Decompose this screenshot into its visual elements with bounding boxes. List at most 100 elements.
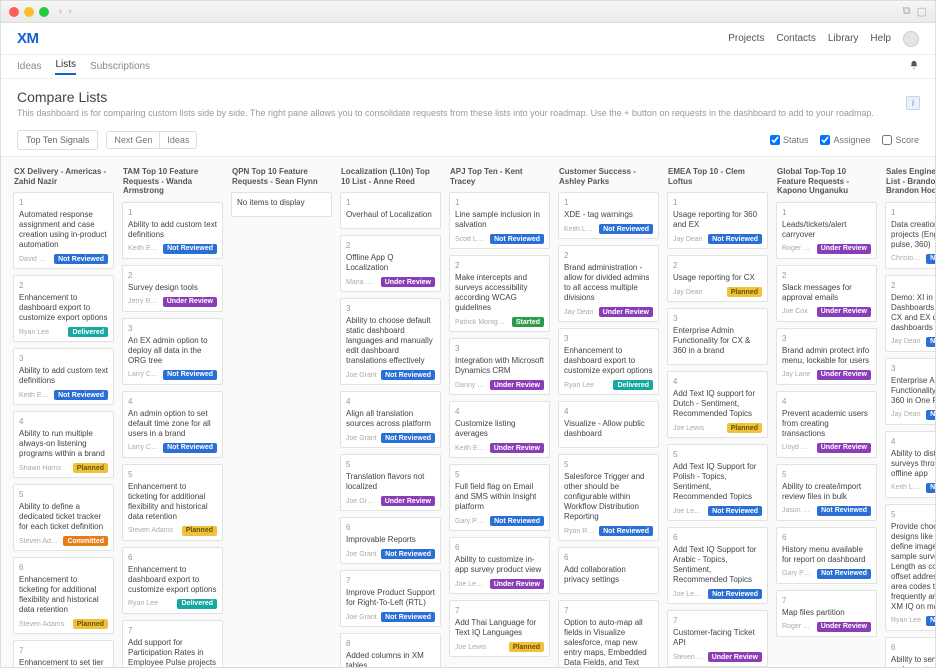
subnav-ideas[interactable]: Ideas [17,61,41,72]
card[interactable]: 3Enterprise Admin Functionality for CX &… [667,308,768,365]
subnav-lists[interactable]: Lists [55,59,76,75]
card[interactable]: 1Leads/tickets/alert carryoverRoger Ross… [776,202,877,259]
maximize-window-icon[interactable] [39,7,49,17]
signal-selector[interactable]: Top Ten Signals [17,130,98,150]
card[interactable]: 1Overhaul of Localization [340,192,441,229]
card[interactable]: 6Improvable ReportsJoe GrantNot Reviewed [340,517,441,564]
card[interactable]: 4Customize listing averagesKeith EvansUn… [449,401,550,458]
checkbox-score[interactable] [882,135,892,145]
card[interactable]: 3Ability to add custom text definitionsK… [13,348,114,405]
card-footer: Joe LewisPlanned [455,642,544,652]
card-footer: Ryan RoseNot Reviewed [564,526,653,536]
card[interactable]: 3Brand admin protect info menu, lockable… [776,328,877,385]
card[interactable]: 5Add Text IQ Support for Polish - Topics… [667,444,768,521]
card[interactable]: 2Offline App Q LocalizationMaria Gardner… [340,235,441,292]
board[interactable]: CX Delivery - Americas - Zahid Nazir1Aut… [1,157,935,667]
pill-ideas[interactable]: Ideas [160,132,196,148]
card[interactable]: 7Map files partitionRoger RossUnder Revi… [776,590,877,637]
card[interactable]: 1Line sample inclusion in salvationScott… [449,192,550,249]
check-assignee[interactable]: Assignee [820,135,870,145]
card[interactable]: 4Ability to distribute EX surveys throug… [885,431,935,498]
column-header: TAM Top 10 Feature Requests - Wanda Arms… [122,165,223,202]
card[interactable]: 3Integration with Microsoft Dynamics CRM… [449,338,550,395]
back-icon[interactable]: ‹ [59,6,62,17]
card[interactable]: 7Add support for Participation Rates in … [122,620,223,667]
card[interactable]: 2Slack messages for approval emailsJoe C… [776,265,877,322]
card[interactable]: 2Usage reporting for CXJay DeanPlanned [667,255,768,302]
card[interactable]: 7Improve Product Support for Right-To-Le… [340,570,441,627]
nav-contacts[interactable]: Contacts [776,33,815,44]
card[interactable]: 7Option to auto-map all fields in Visual… [558,600,659,667]
card[interactable]: 7Enhancement to set tierNot Reviewed [13,640,114,667]
card[interactable]: 4Ability to run multiple always-on liste… [13,411,114,478]
card[interactable]: 3Ability to choose default static dashbo… [340,298,441,385]
copy-icon[interactable]: ⧉ [903,5,911,18]
card[interactable]: 1XDE - tag warningsKeith LaneNot Reviewe… [558,192,659,239]
close-window-icon[interactable] [9,7,19,17]
card[interactable]: 7Customer-facing Ticket APISteven AdamsU… [667,610,768,667]
card[interactable]: 5Enhancement to ticketing for additional… [122,464,223,541]
card[interactable]: 5Full field flag on Email and SMS within… [449,464,550,531]
card[interactable]: 2Demo: XI in Dashboards. Combine CX and … [885,275,935,352]
minimize-window-icon[interactable] [24,7,34,17]
bell-icon[interactable] [909,60,919,70]
subnav-subscriptions[interactable]: Subscriptions [90,61,150,72]
checkbox-status[interactable] [770,135,780,145]
nav-projects[interactable]: Projects [728,33,764,44]
card[interactable]: 2Make intercepts and surveys accessibili… [449,255,550,332]
checkbox-assignee[interactable] [820,135,830,145]
check-score[interactable]: Score [882,135,919,145]
status-badge: Committed [63,536,108,546]
card[interactable]: 3Enterprise Admin Functionality for CX &… [885,358,935,425]
card-assignee: Jason Berger [782,507,813,514]
card[interactable]: 6Enhancement to ticketing for additional… [13,557,114,634]
card[interactable]: 1Usage reporting for 360 and EXJay DeanN… [667,192,768,249]
card[interactable]: 5Translation flavors not localizedJoe Gr… [340,454,441,511]
nav-help[interactable]: Help [870,33,891,44]
card[interactable]: 4An admin option to set default time zon… [122,391,223,458]
column: Global Top-Top 10 Feature Requests - Kap… [776,165,877,667]
card[interactable]: 3Enhancement to dashboard export to cust… [558,328,659,395]
card[interactable]: 2Enhancement to dashboard export to cust… [13,275,114,342]
card-title: Offline App Q Localization [346,253,435,273]
logo[interactable]: XM [17,30,39,47]
card[interactable]: 6Ability to customize in-app survey prod… [449,537,550,594]
card[interactable]: 4Prevent academic users from creating tr… [776,391,877,458]
status-badge: Not Reviewed [381,433,435,443]
card[interactable]: 1Automated response assignment and case … [13,192,114,269]
card[interactable]: 5Salesforce Trigger and other should be … [558,454,659,541]
card[interactable]: 6Enhancement to dashboard export to cust… [122,547,223,614]
card[interactable]: 6History menu available for report on da… [776,527,877,584]
column: CX Delivery - Americas - Zahid Nazir1Aut… [13,165,114,667]
card[interactable]: 2Brand administration - allow for divide… [558,245,659,322]
card[interactable]: 4Add Text IQ support for Dutch - Sentime… [667,371,768,438]
avatar[interactable] [903,31,919,47]
nav-library[interactable]: Library [828,33,859,44]
status-badge: Planned [727,423,762,433]
card[interactable]: 7Add Thai Language for Text IQ Languages… [449,600,550,657]
card[interactable]: 4Align all translation sources across pl… [340,391,441,448]
info-icon[interactable]: i [906,96,920,110]
card[interactable]: 4Visualize - Allow public dashboard [558,401,659,448]
card[interactable]: 1Data creation for CX projects (Engageme… [885,202,935,269]
card[interactable]: 6Add Text IQ Support for Arabic - Topics… [667,527,768,604]
card-title: Add support for Participation Rates in E… [128,638,217,667]
card-footer: Ryan LeeNot Reviewed [891,616,935,626]
card-footer: Joe CoxUnder Review [782,307,871,317]
card[interactable]: 5Provide choosing designs like one to de… [885,504,935,631]
card[interactable]: 2Survey design toolsJerry RoseUnder Revi… [122,265,223,312]
card[interactable]: 6Add collaboration privacy settings [558,547,659,594]
card[interactable]: 3An EX admin option to deploy all data i… [122,318,223,385]
card[interactable]: 5Ability to create/import review files i… [776,464,877,521]
card[interactable]: 8Added columns in XM tables [340,633,441,667]
pill-nextgen[interactable]: Next Gen [107,132,160,148]
card[interactable]: 6Ability to send, manage, and report on … [885,637,935,667]
check-status[interactable]: Status [770,135,809,145]
tab-icon[interactable]: ▢ [917,5,927,18]
card[interactable]: 1Ability to add custom text definitionsK… [122,202,223,259]
card[interactable]: No items to display [231,192,332,217]
forward-icon[interactable]: › [68,6,71,17]
card-number: 6 [19,563,108,572]
card[interactable]: 5Ability to define a dedicated ticket tr… [13,484,114,551]
card-number: 1 [891,208,935,217]
